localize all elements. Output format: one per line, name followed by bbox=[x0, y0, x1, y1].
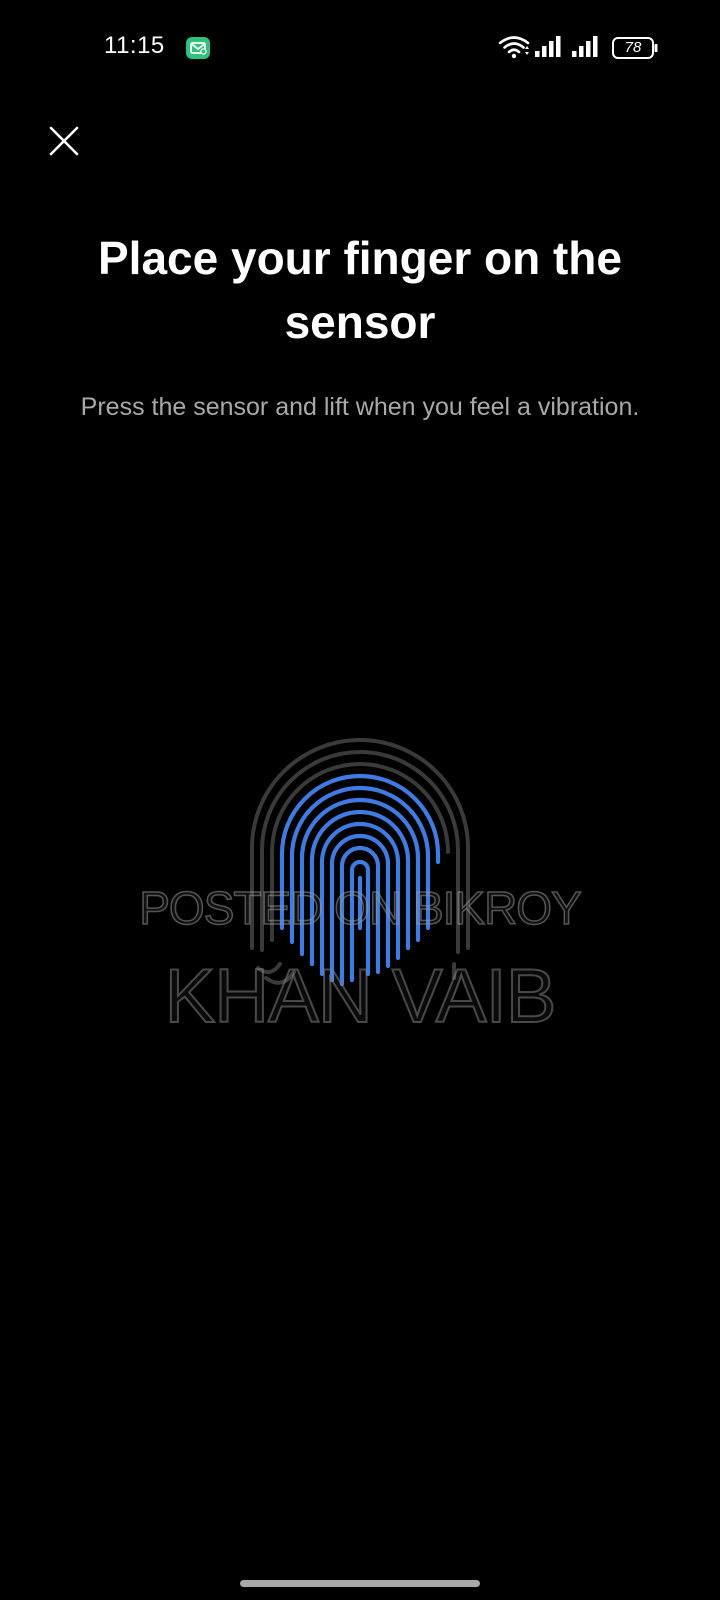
watermark-text: POSTED ON BIKROY bbox=[138, 881, 582, 935]
close-icon bbox=[49, 126, 79, 156]
signal-icon bbox=[535, 36, 561, 57]
watermark-text: KHAN VAIB bbox=[164, 953, 558, 1040]
mail-notification-icon bbox=[186, 37, 210, 59]
battery-level: 78 bbox=[624, 39, 642, 56]
wifi-icon bbox=[498, 36, 530, 59]
status-bar: 11:15 78 bbox=[0, 0, 720, 96]
status-time: 11:15 bbox=[104, 32, 165, 59]
page-title: Place your finger on the sensor bbox=[98, 232, 622, 348]
page-subtitle: Press the sensor and lift when you feel … bbox=[80, 393, 640, 421]
home-indicator[interactable] bbox=[240, 1580, 480, 1587]
close-button[interactable] bbox=[36, 113, 92, 169]
signal-icon bbox=[572, 36, 598, 57]
